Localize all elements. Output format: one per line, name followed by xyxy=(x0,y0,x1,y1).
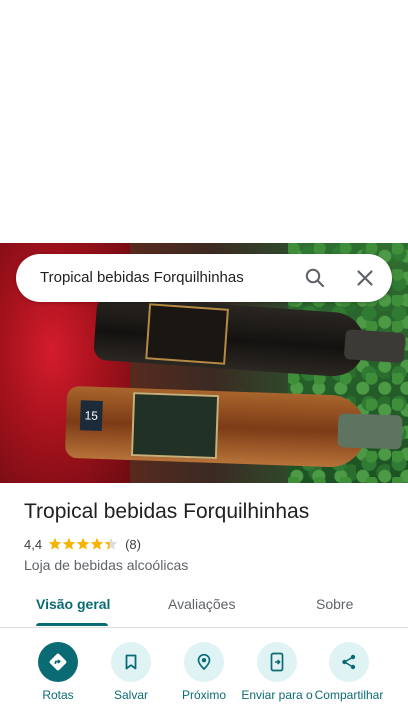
star-icon xyxy=(62,537,76,550)
tab-overview[interactable]: Visão geral xyxy=(36,596,110,612)
place-category: Loja de bebidas alcoólicas xyxy=(24,557,189,573)
rating-row[interactable]: 4,4 (8) xyxy=(24,535,141,553)
active-tab-indicator xyxy=(36,623,108,626)
star-icon xyxy=(76,537,90,550)
send-to-phone-icon xyxy=(257,642,297,682)
send-to-phone-label: Enviar para o xyxy=(241,688,313,702)
review-count[interactable]: (8) xyxy=(125,537,141,552)
send-to-phone-button[interactable]: Enviar para o xyxy=(240,640,314,702)
tab-reviews[interactable]: Avaliações xyxy=(168,596,235,612)
tab-about[interactable]: Sobre xyxy=(316,596,353,612)
nearby-icon xyxy=(184,642,224,682)
star-icon xyxy=(90,537,104,550)
nearby-label: Próximo xyxy=(181,688,226,702)
save-label: Salvar xyxy=(113,688,148,702)
save-button[interactable]: Salvar xyxy=(94,640,168,702)
place-tabs: Visão geral Avaliações Sobre xyxy=(0,586,408,628)
action-bar: Rotas Salvar Próximo Enviar para o Compa… xyxy=(0,640,408,726)
photo-bottle-green-label: 15 xyxy=(64,385,403,469)
map-blank-area xyxy=(0,0,408,243)
bookmark-icon xyxy=(111,642,151,682)
star-half-icon xyxy=(104,537,118,550)
directions-icon xyxy=(38,642,78,682)
share-label: Compartilhar xyxy=(314,688,384,702)
close-icon[interactable] xyxy=(353,266,377,290)
star-icon xyxy=(48,537,62,550)
place-title: Tropical bebidas Forquilhinhas xyxy=(24,500,310,523)
directions-button[interactable]: Rotas xyxy=(21,640,95,702)
rating-value: 4,4 xyxy=(24,536,43,552)
search-icon[interactable] xyxy=(303,266,327,290)
search-bar[interactable]: Tropical bebidas Forquilhinhas xyxy=(16,254,392,302)
directions-label: Rotas xyxy=(42,688,74,702)
share-button[interactable]: Compartilhar xyxy=(312,640,386,702)
share-icon xyxy=(329,642,369,682)
rating-stars xyxy=(48,537,118,551)
search-input[interactable]: Tropical bebidas Forquilhinhas xyxy=(40,254,244,302)
nearby-button[interactable]: Próximo xyxy=(167,640,241,702)
